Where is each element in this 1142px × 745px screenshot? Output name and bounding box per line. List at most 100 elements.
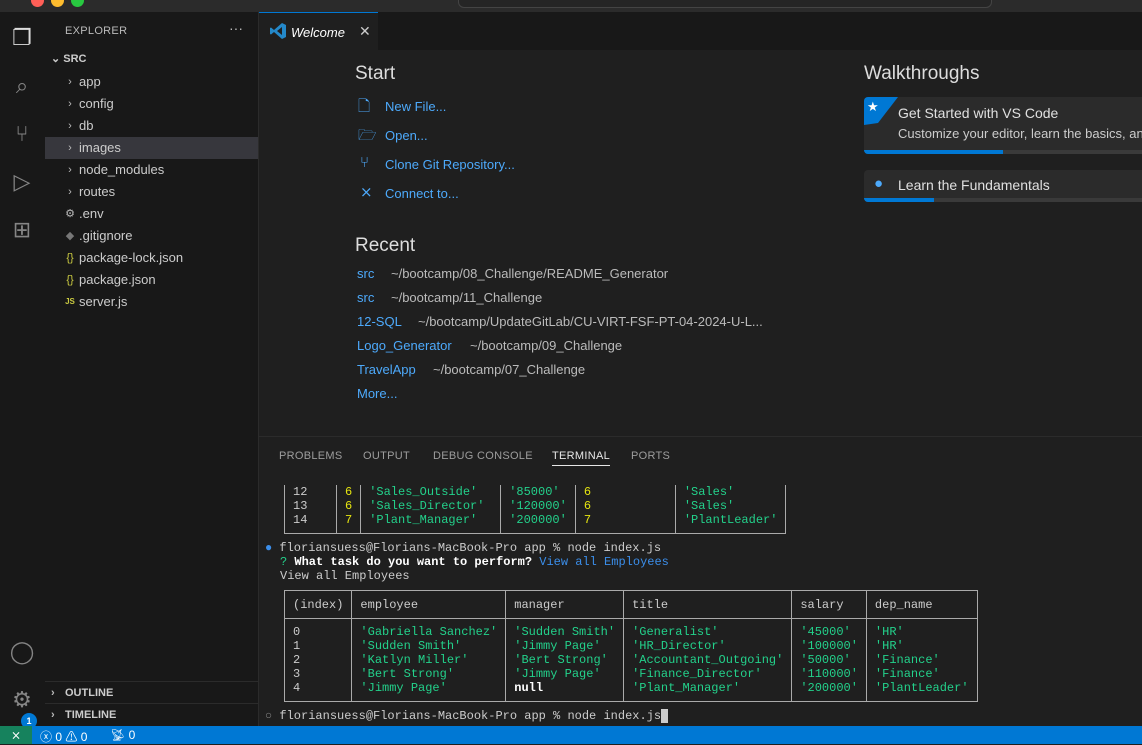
open-link[interactable]: Open...	[385, 128, 428, 143]
port-count: 0	[128, 728, 136, 742]
status-bar: ⨯ ⓧ 0 ⚠ 0 📡︎ 0	[0, 726, 1142, 744]
section-label: OUTLINE	[65, 687, 114, 699]
table-cell: 'Sales_Director'	[360, 499, 502, 513]
timeline-section[interactable]: › TIMELINE	[45, 703, 258, 725]
column-header: employee	[351, 590, 507, 619]
column-header: salary	[791, 590, 867, 619]
tree-item-images[interactable]: › images	[45, 137, 258, 159]
git-file-icon: ◆	[65, 230, 75, 242]
table-cell: 'Finance_Director'	[623, 667, 793, 681]
tree-item-db[interactable]: › db	[45, 115, 258, 137]
tab-ports[interactable]: PORTS	[631, 450, 670, 462]
connect-to-link[interactable]: Connect to...	[385, 186, 459, 201]
table-cell: '120000'	[500, 499, 576, 513]
recent-item[interactable]: src	[357, 266, 374, 281]
outline-section[interactable]: › OUTLINE	[45, 681, 258, 703]
recent-item[interactable]: TravelApp	[357, 362, 416, 377]
recent-item[interactable]: Logo_Generator	[357, 338, 452, 353]
js-file-icon: JS	[65, 297, 75, 306]
activity-bar: ❐ ⌕ ⑂ ▷ ⊞ ◯ ⚙ 1	[0, 12, 45, 729]
remote-icon: ⨯	[360, 184, 373, 201]
table-cell: 'Sales'	[674, 485, 787, 499]
tab-output[interactable]: OUTPUT	[363, 450, 410, 462]
terminal[interactable]: 12 6 'Sales_Outside' '85000' 6 'Sales' 13 6 'Sal…	[259, 477, 1142, 727]
remote-indicator-icon[interactable]: ⨯	[0, 726, 32, 744]
walkthroughs-heading: Walkthroughs	[864, 63, 980, 84]
table-cell: 'Sudden Smith'	[351, 639, 507, 653]
bottom-panel: PROBLEMS OUTPUT DEBUG CONSOLE TERMINAL P…	[259, 436, 1142, 726]
lightbulb-icon: ●	[874, 175, 884, 192]
search-icon[interactable]: ⌕	[8, 72, 36, 100]
tree-item-package-lock[interactable]: {} package-lock.json	[45, 247, 258, 269]
more-recent-link[interactable]: More...	[357, 386, 397, 401]
explorer-icon[interactable]: ❐	[8, 24, 36, 52]
close-icon[interactable]: ✕	[359, 23, 371, 40]
clone-repo-link[interactable]: Clone Git Repository...	[385, 157, 515, 172]
title-bar	[0, 0, 1142, 12]
table-cell: 'HR'	[865, 618, 978, 639]
column-header: dep_name	[865, 590, 978, 619]
tree-item-app[interactable]: › app	[45, 71, 258, 93]
section-label: TIMELINE	[65, 709, 117, 721]
walkthrough-get-started[interactable]: ★ Get Started with VS Code Customize you…	[864, 97, 1142, 154]
more-actions-button[interactable]: ···	[229, 20, 243, 36]
tab-debug-console[interactable]: DEBUG CONSOLE	[433, 450, 533, 462]
ports-indicator[interactable]: 📡︎ 0	[110, 728, 135, 742]
walkthrough-fundamentals[interactable]: ● Learn the Fundamentals	[864, 170, 1142, 202]
gear-icon[interactable]: ⚙	[8, 686, 36, 714]
tree-item-env[interactable]: ⚙ .env	[45, 203, 258, 225]
table-row: 2 'Katlyn Miller' 'Bert Strong' 'Accountant…	[283, 653, 978, 667]
item-label: node_modules	[79, 162, 165, 177]
chevron-right-icon: ›	[68, 142, 72, 154]
column-header: title	[623, 590, 793, 619]
table-cell: 3	[283, 667, 353, 681]
tree-item-node-modules[interactable]: › node_modules	[45, 159, 258, 181]
chevron-right-icon: ›	[68, 76, 72, 88]
item-label: package-lock.json	[79, 250, 184, 265]
run-debug-icon[interactable]: ▷	[8, 168, 36, 196]
tab-welcome[interactable]: Welcome ✕	[259, 12, 378, 50]
new-file-icon: 🗋	[358, 98, 371, 115]
explorer-sidebar: EXPLORER ··· ⌄ SRC › app › config › db › ima…	[45, 12, 259, 726]
table-cell: 'Sales_Outside'	[360, 485, 502, 499]
tree-item-package-json[interactable]: {} package.json	[45, 269, 258, 291]
table-row: 0 'Gabriella Sanchez' 'Sudden Smith' 'Gener…	[283, 618, 978, 639]
recent-item[interactable]: src	[357, 290, 374, 305]
prompt: floriansuess@Florians-MacBook-Pro app % …	[279, 709, 662, 723]
table-cell: 12	[284, 485, 337, 499]
table-cell: 'HR'	[865, 639, 978, 653]
tree-item-routes[interactable]: › routes	[45, 181, 258, 203]
error-count: 0	[55, 730, 63, 744]
command-center[interactable]	[458, 0, 992, 8]
table-cell: 'Accountant_Outgoing'	[623, 653, 793, 667]
terminal-line: ● floriansuess@Florians-MacBook-Pro app …	[265, 541, 661, 555]
tree-item-config[interactable]: › config	[45, 93, 258, 115]
tab-terminal[interactable]: TERMINAL	[552, 450, 611, 466]
recent-path: ~/bootcamp/UpdateGitLab/CU-VIRT-FSF-PT-0…	[418, 314, 763, 329]
extensions-icon[interactable]: ⊞	[8, 216, 36, 244]
problems-indicator[interactable]: ⓧ 0 ⚠ 0	[40, 728, 87, 745]
prompt: floriansuess@Florians-MacBook-Pro app % …	[279, 541, 662, 555]
recent-item[interactable]: 12-SQL	[357, 314, 402, 329]
table-cell: 'Plant_Manager'	[623, 681, 793, 702]
tab-problems[interactable]: PROBLEMS	[279, 450, 343, 462]
table-cell: 'Jimmy Page'	[351, 681, 507, 702]
chevron-right-icon: ›	[51, 687, 55, 699]
source-control-icon[interactable]: ⑂	[8, 120, 36, 148]
item-label: app	[79, 74, 101, 89]
recent-path: ~/bootcamp/11_Challenge	[391, 290, 543, 305]
table-cell: '85000'	[500, 485, 576, 499]
minimize-window-button[interactable]	[51, 0, 64, 7]
maximize-window-button[interactable]	[71, 0, 84, 7]
close-window-button[interactable]	[31, 0, 44, 7]
table-cell: '110000'	[791, 667, 867, 681]
item-label: routes	[79, 184, 116, 199]
new-file-link[interactable]: New File...	[385, 99, 446, 114]
folder-src[interactable]: ⌄ SRC	[51, 52, 87, 65]
editor-tabs: Welcome ✕	[259, 12, 1142, 50]
svg-text:★: ★	[867, 99, 879, 114]
tree-item-gitignore[interactable]: ◆ .gitignore	[45, 225, 258, 247]
account-icon[interactable]: ◯	[8, 638, 36, 666]
tree-item-server-js[interactable]: JS server.js	[45, 291, 258, 313]
start-heading: Start	[355, 63, 396, 84]
